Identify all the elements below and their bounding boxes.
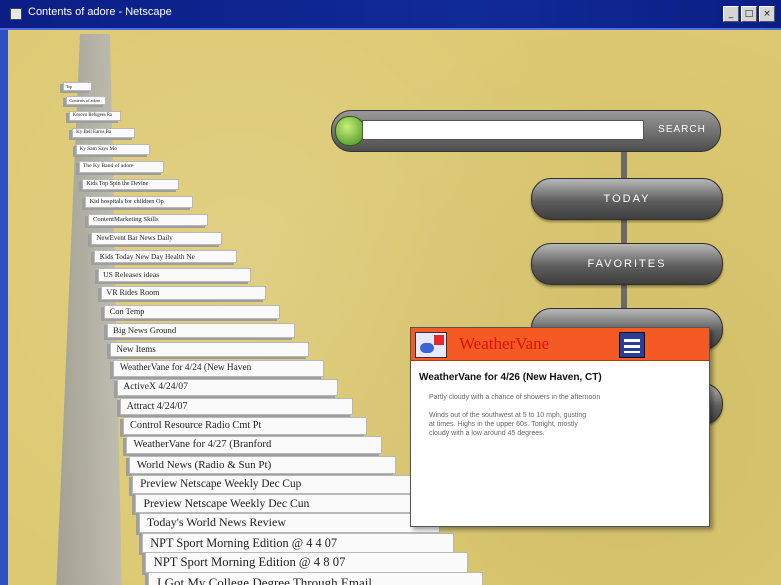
window-controls: _ □ ×: [723, 6, 775, 22]
window-title: Contents of adore - Netscape: [28, 6, 172, 18]
popup-line-1: Partly cloudy with a chance of showers i…: [429, 394, 601, 401]
tree-item[interactable]: NPT Sport Morning Edition @ 4 4 07: [141, 532, 455, 554]
tree-item[interactable]: Ky Bell Earns Ba: [72, 127, 136, 138]
green-orb-icon[interactable]: [335, 116, 365, 146]
tree-item[interactable]: Today's World News Review: [138, 513, 440, 534]
news-logo-icon: [619, 332, 645, 358]
maximize-button[interactable]: □: [741, 6, 757, 22]
tree-item[interactable]: Kids Top Spin the Devine: [81, 178, 179, 191]
tree-item[interactable]: Kids Today New Day Health Ne: [94, 249, 237, 264]
tree-item[interactable]: WeatherVane for 4/24 (New Haven: [113, 360, 324, 377]
tree-item[interactable]: Big News Ground: [107, 323, 295, 339]
tree-item[interactable]: Preview Netscape Weekly Dec Cun: [135, 494, 426, 514]
tree-item[interactable]: World News (Radio & Sun Pt): [129, 455, 397, 474]
tree-item[interactable]: Kosovo Refugees Ra: [69, 111, 121, 122]
popup-header: WeatherVane: [411, 328, 709, 361]
close-button[interactable]: ×: [759, 6, 775, 22]
tree-item[interactable]: VR Rides Room: [100, 286, 266, 301]
tree-item[interactable]: Preview Netscape Weekly Dec Cup: [132, 474, 411, 494]
tree-item[interactable]: ContentMarketing Skills: [88, 213, 208, 227]
tree-item[interactable]: Kid hospitals for children Op: [85, 196, 194, 209]
tree-item[interactable]: NewEvent Bar News Daily: [91, 231, 223, 245]
search-input[interactable]: [362, 120, 644, 140]
tree-item[interactable]: Attract 4/24/07: [119, 398, 353, 416]
tree-item[interactable]: Top: [63, 82, 92, 91]
search-bar: SEARCH: [331, 110, 721, 152]
search-button[interactable]: SEARCH: [652, 119, 712, 141]
popup-title: WeatherVane: [459, 334, 550, 353]
tree-item[interactable]: Ky Sam Says Mo: [75, 144, 150, 156]
tree-item[interactable]: I Got My College Degree Through Email: [148, 572, 483, 585]
content-canvas: Top Contents of adore Kosovo Refugees Ra Ky…: [8, 30, 781, 585]
app-icon: [10, 8, 22, 20]
tree-item[interactable]: NPT Sport Morning Edition @ 4 8 07: [144, 552, 469, 573]
weather-icon: [415, 332, 447, 358]
popup-heading: WeatherVane for 4/26 (New Haven, CT): [419, 372, 602, 383]
minimize-button[interactable]: _: [723, 6, 739, 22]
tree-item[interactable]: Control Resource Radio Cmt Pt: [122, 417, 368, 435]
popup-line-2: Winds out of the southwest at 5 to 10 mp…: [429, 412, 587, 419]
nav-button-favorites[interactable]: FAVORITES: [531, 243, 723, 285]
popup-line-4: cloudy with a low around 45 degrees.: [429, 430, 545, 437]
popup-line-3: at times. Highs in the upper 60s. Tonigh…: [429, 421, 578, 428]
tree-item[interactable]: The Ky Band of adore: [78, 161, 165, 173]
tree-item[interactable]: ActiveX 4/24/07: [116, 379, 339, 396]
tree-item[interactable]: Con Temp: [103, 304, 281, 320]
nav-button-today[interactable]: TODAY: [531, 178, 723, 220]
tree-item[interactable]: WeatherVane for 4/27 (Branford: [125, 436, 382, 455]
tree-item[interactable]: US Releases ideas: [97, 267, 252, 282]
browser-window: Contents of adore - Netscape _ □ × Top Co…: [0, 0, 781, 585]
title-bar[interactable]: Contents of adore - Netscape _ □ ×: [0, 0, 781, 30]
weather-popup[interactable]: WeatherVane WeatherVane for 4/26 (New Ha…: [410, 327, 710, 527]
tree-item[interactable]: Contents of adore: [66, 95, 107, 106]
tree-item[interactable]: New Items: [110, 341, 310, 358]
